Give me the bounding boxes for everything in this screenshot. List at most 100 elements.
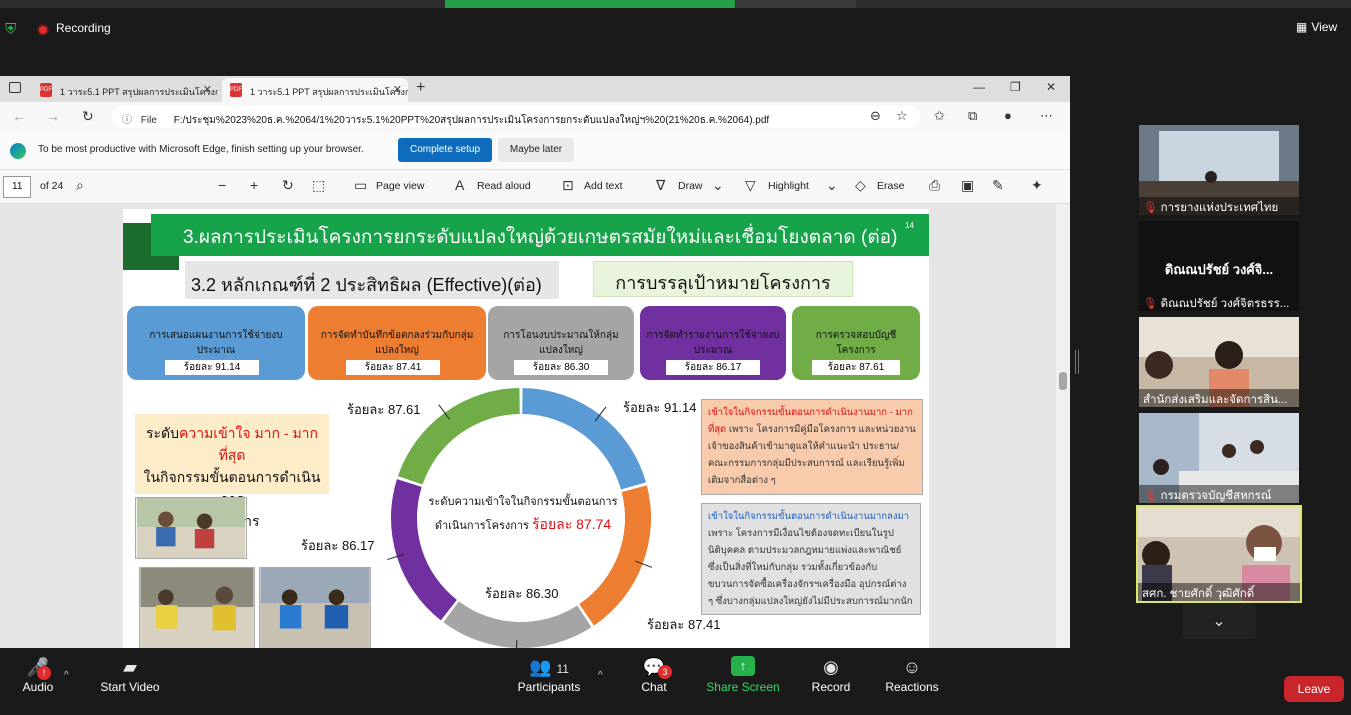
browser-tab-strip: PDF 1 วาระ5.1 PPT สรุปผลการประเมินโครงกา…	[0, 76, 1070, 102]
tab-actions-icon[interactable]	[9, 82, 21, 93]
recording-label[interactable]: Recording	[56, 21, 111, 35]
participants-options-caret-icon[interactable]: ^	[598, 670, 603, 681]
pdf-scrollbar[interactable]	[1056, 204, 1070, 648]
reload-icon[interactable]: ↻	[82, 108, 94, 125]
participant-name-text: ดิณณปรัชย์ วงศ์จิตรธรร...	[1160, 298, 1290, 310]
video-tile-1[interactable]: 🎙 การยางแห่งประเทศไทย	[1139, 125, 1299, 215]
participant-name: 🎙 กรมตรวจบัญชีสหกรณ์	[1139, 485, 1299, 503]
profile-avatar[interactable]: ●	[1004, 108, 1012, 123]
address-bar-row: ← → ↻ ⓘ File F:/ประชุม%2023%20ธ.ค.%2064/…	[0, 102, 1070, 132]
add-text-icon: ⊡	[562, 177, 574, 193]
participant-name: สศก. ชายศักดิ์ วุฒิศักดิ์	[1138, 583, 1300, 601]
card-label: การโอนงบประมาณให้กลุ่มแปลงใหญ่	[503, 330, 619, 356]
page-number-input[interactable]: 11	[3, 176, 31, 198]
draw-button[interactable]: Draw	[678, 180, 703, 192]
highlight-icon: ▽	[745, 177, 756, 193]
leave-button[interactable]: Leave	[1284, 676, 1344, 702]
video-tile-3[interactable]: สำนักส่งเสริมและจัดการสิน...	[1139, 317, 1299, 407]
video-tile-2[interactable]: ดิณณปรัชย์ วงศ์จิ... 🎙 ดิณณปรัชย์ วงศ์จิต…	[1139, 221, 1299, 311]
donut-label-3: ร้อยละ 86.17	[301, 538, 375, 553]
erase-button[interactable]: Erase	[877, 180, 904, 192]
donut-label-0: ร้อยละ 91.14	[623, 400, 697, 415]
participant-name: 🎙 ดิณณปรัชย์ วงศ์จิตรธรร...	[1139, 293, 1299, 311]
maybe-later-button[interactable]: Maybe later	[498, 138, 574, 162]
meeting-photo-1	[135, 497, 247, 559]
chevron-down-icon[interactable]: ⌄	[1182, 603, 1256, 639]
search-icon[interactable]: ⌕	[76, 177, 84, 194]
complete-setup-button[interactable]: Complete setup	[398, 138, 492, 162]
close-window-icon[interactable]: ✕	[1046, 80, 1056, 94]
new-tab-icon[interactable]: +	[416, 79, 425, 97]
scroll-thumb[interactable]	[1059, 372, 1067, 390]
save-icon[interactable]: ▣	[961, 177, 974, 194]
donut-leader-2	[516, 639, 518, 648]
video-tile-active-speaker[interactable]: สศก. ชายศักดิ์ วุฒิศักดิ์	[1136, 505, 1302, 603]
criterion-heading: 3.2 หลักเกณฑ์ที่ 2 ประสิทธิผล (Effective…	[185, 261, 559, 299]
minimize-icon[interactable]: —	[973, 80, 985, 94]
address-input[interactable]: ⓘ File F:/ประชุม%2023%20ธ.ค.%2064/1%20วา…	[112, 106, 920, 128]
back-icon[interactable]: ←	[12, 108, 26, 124]
restore-icon[interactable]: ❐	[1010, 80, 1021, 94]
view-options-button[interactable]	[736, 0, 856, 8]
favorite-icon[interactable]: ☆	[896, 108, 908, 124]
panel-splitter[interactable]	[1075, 350, 1079, 374]
zoom-in-icon[interactable]: +	[250, 177, 258, 193]
close-icon[interactable]: ✕	[203, 83, 212, 96]
muted-mic-icon: 🎙	[1143, 202, 1158, 214]
card-percent: ร้อยละ 86.30	[514, 360, 608, 375]
shared-browser-window: PDF 1 วาระ5.1 PPT สรุปผลการประเมินโครงกา…	[0, 76, 1070, 648]
audio-options-caret-icon[interactable]: ^	[64, 670, 69, 681]
muted-mic-icon: 🎙	[1143, 490, 1158, 502]
zoom-out-icon[interactable]: −	[218, 177, 226, 193]
participants-button[interactable]: 👥 11 Participants	[516, 654, 582, 694]
chevron-down-icon[interactable]: ⌄	[712, 177, 724, 194]
card-label: การจัดทำรายงานการใช้จ่ายงบประมาณ	[646, 330, 780, 356]
security-shield-icon[interactable]: ⛨	[5, 22, 19, 38]
donut-slice-2	[443, 601, 592, 648]
forward-icon[interactable]: →	[46, 108, 60, 124]
center-value: ร้อยละ 87.74	[532, 516, 612, 532]
record-button[interactable]: ◉ Record	[810, 654, 852, 694]
view-button[interactable]: ▦ View	[1296, 20, 1337, 34]
slide-title: 3.ผลการประเมินโครงการยกระดับแปลงใหญ่ด้วย…	[151, 214, 929, 256]
collections-icon[interactable]: ⧉	[968, 108, 977, 124]
donut-label-1: ร้อยละ 87.41	[647, 617, 721, 632]
pin-icon[interactable]: ✦	[1031, 177, 1043, 194]
highlight-button[interactable]: Highlight	[768, 180, 809, 192]
reactions-button[interactable]: ☺ Reactions	[884, 654, 940, 694]
card-label: การตรวจสอบบัญชีโครงการ	[815, 330, 897, 356]
video-tile-4[interactable]: 🎙 กรมตรวจบัญชีสหกรณ์	[1139, 413, 1299, 503]
understanding-level-box: ระดับความเข้าใจ มาก - มากที่สุด ในกิจกรร…	[135, 414, 329, 529]
close-icon[interactable]: ✕	[393, 83, 402, 96]
pdf-toolbar: 11 of 24 ⌕ − + ↻ ⬚ ▭ Page view A Read al…	[0, 170, 1070, 204]
start-video-button[interactable]: ▰ Start Video	[98, 654, 162, 694]
card-percent: ร้อยละ 87.61	[812, 360, 900, 375]
read-aloud-button[interactable]: Read aloud	[477, 180, 531, 192]
share-screen-label: Share Screen	[706, 680, 780, 694]
info-icon[interactable]: ⓘ	[122, 115, 132, 126]
chevron-down-icon[interactable]: ⌄	[826, 177, 838, 194]
audio-warning-badge: !	[37, 666, 51, 680]
center-line1: ระดับความเข้าใจในกิจกรรมขั้นตอนการ	[428, 496, 618, 508]
favorites-bar-icon[interactable]: ✩	[934, 108, 945, 124]
fit-page-icon[interactable]: ⬚	[312, 177, 325, 194]
page-total: of 24	[40, 180, 64, 192]
browser-tab-1[interactable]: PDF 1 วาระ5.1 PPT สรุปผลการประเมินโครงกา…	[32, 78, 218, 102]
record-label: Record	[811, 680, 851, 694]
infobar-message: To be most productive with Microsoft Edg…	[38, 144, 364, 155]
print-icon[interactable]: ⎙	[929, 177, 940, 194]
zoom-icon[interactable]: ⊖	[870, 108, 881, 124]
rotate-icon[interactable]: ↻	[282, 177, 294, 194]
audio-label: Audio	[22, 680, 54, 694]
more-icon[interactable]: ⋯	[1040, 108, 1053, 124]
draw-icon: ∇	[656, 177, 666, 193]
participant-big-name: ดิณณปรัชย์ วงศ์จิ...	[1164, 262, 1274, 277]
browser-tab-2[interactable]: PDF 1 วาระ5.1 PPT สรุปผลการประเมินโครงกา…	[222, 78, 408, 102]
save-as-icon[interactable]: ✎	[992, 177, 1004, 194]
share-screen-button[interactable]: ↑ Share Screen	[706, 654, 780, 694]
add-text-button[interactable]: Add text	[584, 180, 623, 192]
reactions-icon: ☺	[902, 657, 922, 677]
view-label: View	[1311, 20, 1338, 34]
read-aloud-icon: A	[455, 177, 465, 193]
page-view-button[interactable]: Page view	[376, 180, 424, 192]
